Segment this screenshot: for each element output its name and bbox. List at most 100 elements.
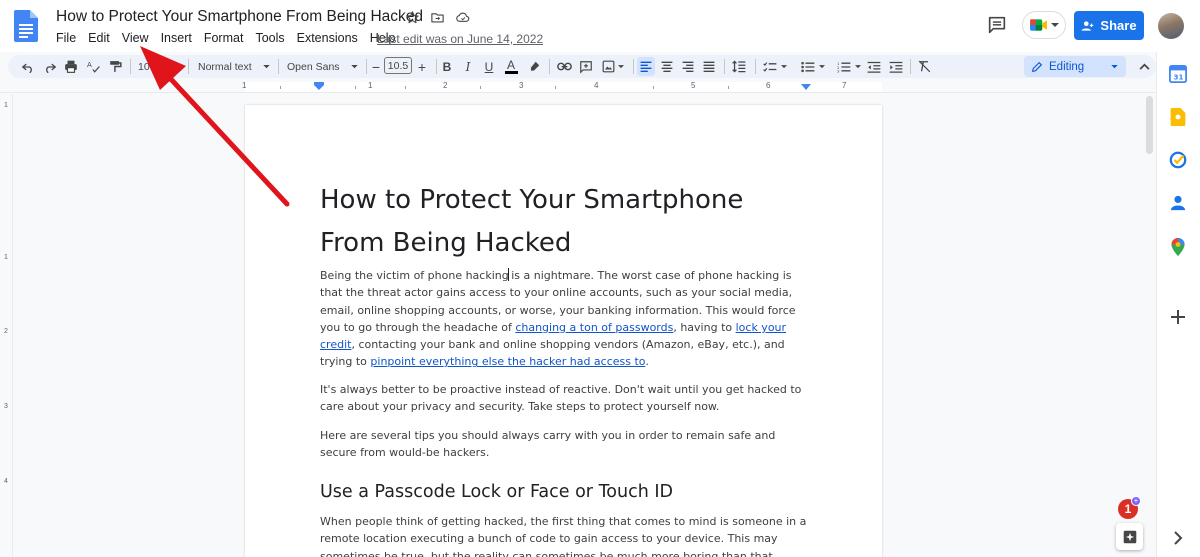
- numbered-list-icon[interactable]: 123: [834, 57, 864, 76]
- insert-image-icon[interactable]: [600, 57, 626, 76]
- docs-logo[interactable]: [14, 10, 38, 42]
- calendar-icon[interactable]: 31: [1168, 64, 1188, 84]
- svg-text:A: A: [87, 60, 92, 69]
- side-panel: [1156, 52, 1200, 557]
- vruler-number: 1: [4, 254, 8, 261]
- style-select[interactable]: Normal text: [198, 57, 270, 76]
- align-right-icon[interactable]: [679, 57, 697, 76]
- menu-bar: File Edit View Insert Format Tools Exten…: [56, 31, 408, 45]
- ruler-number: 6: [766, 81, 771, 90]
- vruler-number: 1: [4, 102, 8, 109]
- italic-icon[interactable]: I: [461, 57, 475, 76]
- menu-insert[interactable]: Insert: [161, 31, 192, 45]
- menu-file[interactable]: File: [56, 31, 76, 45]
- line-spacing-icon[interactable]: [730, 57, 748, 76]
- ruler-number: 3: [519, 81, 524, 90]
- ruler-number: 4: [594, 81, 599, 90]
- maps-icon[interactable]: [1168, 237, 1188, 257]
- horizontal-ruler[interactable]: 1 1 2 3 4 5 6 7: [0, 80, 1155, 93]
- link-pinpoint-hacker-access[interactable]: pinpoint everything else the hacker had …: [370, 355, 645, 368]
- editing-mode-select[interactable]: Editing: [1024, 56, 1126, 77]
- align-left-icon[interactable]: [637, 57, 655, 76]
- notification-plus-icon: +: [1131, 496, 1141, 506]
- ruler-number: 1: [368, 81, 373, 90]
- ruler-number: 5: [691, 81, 696, 90]
- document-heading-2[interactable]: Use a Passcode Lock or Face or Touch ID: [320, 482, 673, 502]
- link-icon[interactable]: [556, 57, 572, 76]
- vruler-number: 4: [4, 478, 8, 485]
- share-button[interactable]: Share: [1074, 11, 1144, 40]
- comment-icon[interactable]: [986, 14, 1008, 36]
- align-center-icon[interactable]: [658, 57, 676, 76]
- add-comment-icon[interactable]: [578, 57, 594, 76]
- paragraph-2[interactable]: It's always better to be proactive inste…: [320, 381, 810, 416]
- toolbar: A 100% Normal text Open Sans − 10.5 + B …: [8, 55, 1156, 78]
- checklist-icon[interactable]: [760, 57, 790, 76]
- decrease-indent-icon[interactable]: [865, 57, 883, 76]
- vertical-ruler: 1 1 2 3 4: [0, 94, 13, 557]
- document-heading-1[interactable]: How to Protect Your Smartphone From Bein…: [320, 179, 790, 265]
- justify-icon[interactable]: [700, 57, 718, 76]
- right-indent-marker[interactable]: [801, 84, 811, 90]
- chevron-down-icon: [1111, 64, 1118, 68]
- document-title[interactable]: How to Protect Your Smartphone From Bein…: [56, 8, 423, 26]
- last-edit-link[interactable]: Last edit was on June 14, 2022: [377, 32, 543, 46]
- scrollbar-thumb[interactable]: [1146, 96, 1153, 154]
- chevron-up-icon[interactable]: [1136, 57, 1152, 76]
- contacts-icon[interactable]: [1168, 193, 1188, 213]
- decrease-font-size-button[interactable]: −: [369, 57, 383, 76]
- ruler-number: 1: [242, 81, 247, 90]
- bold-icon[interactable]: B: [440, 57, 454, 76]
- explore-button[interactable]: [1116, 523, 1143, 550]
- increase-indent-icon[interactable]: [887, 57, 905, 76]
- plus-icon[interactable]: [1168, 307, 1188, 327]
- left-indent-marker[interactable]: [314, 82, 324, 90]
- text-color-icon[interactable]: A: [503, 57, 519, 76]
- chevron-down-icon: [1051, 23, 1059, 27]
- scrollbar-track[interactable]: [1143, 94, 1155, 557]
- menu-view[interactable]: View: [122, 31, 149, 45]
- svg-text:3: 3: [837, 68, 840, 72]
- menu-tools[interactable]: Tools: [255, 31, 284, 45]
- meet-icon: [1030, 19, 1047, 31]
- undo-icon[interactable]: [20, 57, 36, 76]
- tasks-icon[interactable]: [1168, 150, 1188, 170]
- folder-move-icon[interactable]: [429, 9, 446, 26]
- paragraph-1[interactable]: Being the victim of phone hacking is a n…: [320, 267, 810, 371]
- meet-button[interactable]: [1022, 11, 1066, 39]
- ruler-number: 7: [842, 81, 847, 90]
- increase-font-size-button[interactable]: +: [415, 57, 429, 76]
- link-changing-passwords[interactable]: changing a ton of passwords: [515, 321, 673, 334]
- print-icon[interactable]: [63, 57, 79, 76]
- spellcheck-icon[interactable]: A: [85, 57, 101, 76]
- document-page[interactable]: How to Protect Your Smartphone From Bein…: [245, 105, 882, 557]
- highlight-icon[interactable]: [526, 57, 542, 76]
- paragraph-text: .: [645, 355, 649, 369]
- redo-icon[interactable]: [42, 57, 58, 76]
- editing-mode-label: Editing: [1049, 60, 1085, 73]
- font-value: Open Sans: [287, 60, 340, 73]
- pencil-icon: [1031, 61, 1043, 72]
- font-select[interactable]: Open Sans: [287, 57, 358, 76]
- menu-extensions[interactable]: Extensions: [297, 31, 358, 45]
- underline-icon[interactable]: U: [482, 57, 496, 76]
- menu-edit[interactable]: Edit: [88, 31, 110, 45]
- keep-icon[interactable]: [1168, 107, 1188, 127]
- font-size-input[interactable]: 10.5: [384, 57, 412, 74]
- paragraph-3[interactable]: Here are several tips you should always …: [320, 427, 810, 462]
- zoom-select[interactable]: 100%: [138, 57, 182, 76]
- share-label: Share: [1100, 18, 1137, 33]
- style-value: Normal text: [198, 60, 252, 73]
- chevron-right-icon[interactable]: [1170, 530, 1186, 546]
- bulleted-list-icon[interactable]: [798, 57, 828, 76]
- clear-formatting-icon[interactable]: [915, 57, 933, 76]
- avatar[interactable]: [1158, 13, 1184, 39]
- vruler-number: 3: [4, 403, 8, 410]
- header-bar: How to Protect Your Smartphone From Bein…: [0, 0, 1200, 52]
- cloud-saved-icon[interactable]: [454, 9, 471, 26]
- paragraph-4[interactable]: When people think of getting hacked, the…: [320, 513, 810, 557]
- menu-format[interactable]: Format: [204, 31, 244, 45]
- star-icon[interactable]: [404, 9, 421, 26]
- svg-text:31: 31: [1174, 72, 1184, 81]
- paint-format-icon[interactable]: [107, 57, 123, 76]
